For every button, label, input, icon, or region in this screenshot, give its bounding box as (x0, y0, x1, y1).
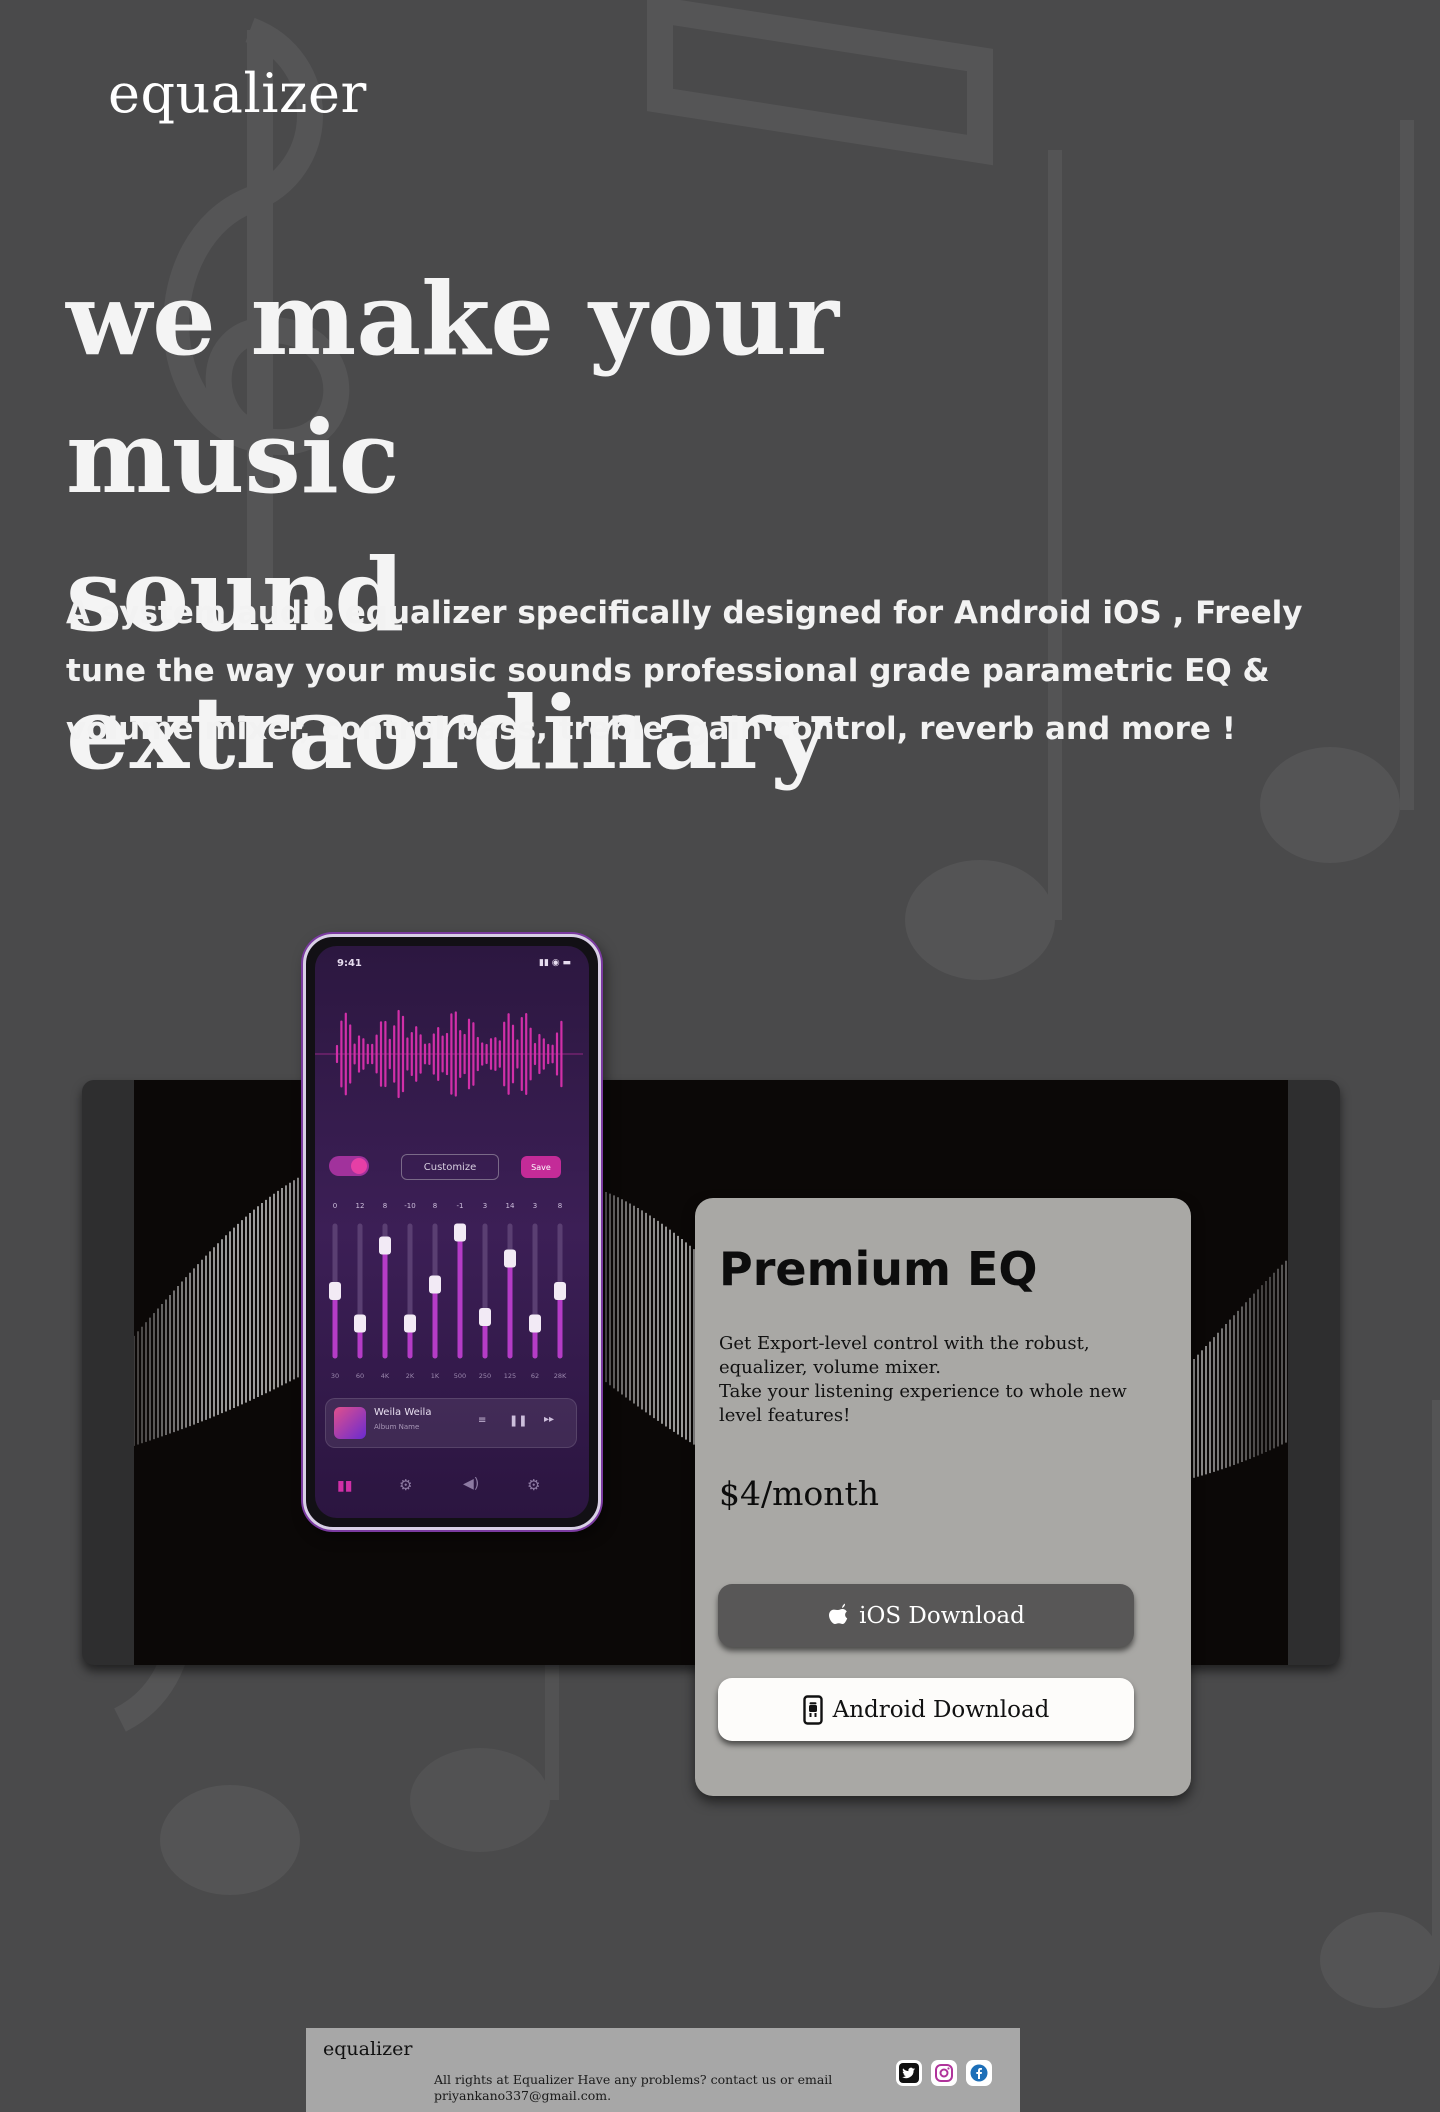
band-frequency-label: 60 (356, 1372, 364, 1380)
card-description: Get Export-level control with the robust… (719, 1332, 1149, 1428)
band-gain-label: 8 (433, 1202, 437, 1210)
slider-knob (529, 1314, 541, 1333)
phone-screen: 9:41 ▮▮ ◉ ▬ Customize Save 0 30 12 60 8 4K -10… (315, 946, 589, 1518)
footer-logo[interactable]: equalizer (323, 2038, 412, 2060)
slider-knob (354, 1314, 366, 1333)
band-frequency-label: 1K (431, 1372, 440, 1380)
save-button[interactable]: Save (521, 1156, 561, 1178)
band-frequency-label: 28K (554, 1372, 567, 1380)
band-frequency-label: 500 (454, 1372, 466, 1380)
android-download-button[interactable]: Android Download (718, 1678, 1134, 1741)
band-gain-label: -1 (457, 1202, 464, 1210)
hero-description: A system audio equalizer specifically de… (66, 595, 1303, 747)
eq-toggle[interactable] (329, 1156, 369, 1176)
footer-text: All rights at Equalizer Have any problem… (434, 2072, 833, 2103)
phone-mockup: 9:41 ▮▮ ◉ ▬ Customize Save 0 30 12 60 8 4K -10… (303, 934, 601, 1530)
band-gain-label: 8 (558, 1202, 562, 1210)
band-frequency-label: 125 (504, 1372, 516, 1380)
settings-icon[interactable]: ⚙ (527, 1476, 540, 1494)
social-links (896, 2060, 992, 2086)
band-frequency-label: 62 (531, 1372, 539, 1380)
android-phone-icon (802, 1694, 823, 1725)
apple-icon (827, 1603, 849, 1629)
ios-download-button[interactable]: iOS Download (718, 1584, 1134, 1647)
customize-button[interactable]: Customize (401, 1154, 499, 1180)
site-logo[interactable]: equalizer (108, 62, 367, 125)
phone-status-icons: ▮▮ ◉ ▬ (539, 958, 571, 968)
facebook-icon[interactable] (966, 2060, 992, 2086)
slider-knob (404, 1314, 416, 1333)
android-download-label: Android Download (832, 1696, 1050, 1723)
speaker-icon[interactable]: ◀) (463, 1476, 479, 1492)
customize-label: Customize (423, 1161, 477, 1173)
slider-knob (479, 1308, 491, 1326)
footer: equalizer All rights at Equalizer Have a… (306, 2028, 1020, 2112)
album-art (334, 1407, 366, 1439)
ios-download-label: iOS Download (859, 1602, 1025, 1629)
slider-knob (554, 1282, 566, 1300)
equalizer-bars-icon[interactable]: ▮▮ (337, 1478, 352, 1494)
band-gain-label: 3 (483, 1202, 487, 1210)
slider-knob (379, 1236, 391, 1255)
band-gain-label: 8 (383, 1202, 387, 1210)
slider-knob (329, 1282, 341, 1300)
hero-title-line1: we make your music (66, 260, 840, 516)
card-description-line2: Take your listening experience to whole … (719, 1381, 1127, 1426)
save-label: Save (531, 1162, 551, 1172)
band-gain-label: 0 (333, 1202, 337, 1210)
band-gain-label: 3 (533, 1202, 537, 1210)
audio-waveform (315, 1009, 583, 1099)
track-title: Weila Weila (374, 1407, 432, 1418)
eq-sliders: 0 30 12 60 8 4K -10 2K 8 1K -1 500 3 250 14 125 3 62 8 28K (329, 1202, 567, 1380)
band-frequency-label: 30 (331, 1372, 339, 1380)
eq-icon[interactable]: ≡ (478, 1415, 486, 1426)
toggle-knob (351, 1158, 367, 1174)
card-title: Premium EQ (719, 1242, 1038, 1296)
card-price: $4/month (719, 1474, 880, 1513)
twitter-icon[interactable] (896, 2060, 922, 2086)
skip-icon[interactable]: ▸▸ (544, 1414, 554, 1425)
gear-icon[interactable]: ⚙ (399, 1476, 412, 1494)
card-description-line1: Get Export-level control with the robust… (719, 1333, 1090, 1378)
pause-icon[interactable]: ❚❚ (509, 1414, 527, 1427)
band-gain-label: -10 (404, 1202, 415, 1210)
slider-knob (454, 1223, 466, 1242)
track-artist: Album Name (374, 1423, 420, 1431)
band-frequency-label: 250 (479, 1372, 491, 1380)
band-frequency-label: 2K (406, 1372, 415, 1380)
band-gain-label: 14 (506, 1202, 515, 1210)
band-gain-label: 12 (356, 1202, 365, 1210)
slider-knob (429, 1275, 441, 1294)
phone-time: 9:41 (337, 958, 362, 969)
band-frequency-label: 4K (381, 1372, 390, 1380)
instagram-icon[interactable] (931, 2060, 957, 2086)
premium-card: Premium EQ Get Export-level control with… (695, 1198, 1191, 1796)
slider-knob (504, 1249, 516, 1268)
now-playing-bar[interactable]: Weila Weila Album Name ≡ ❚❚ ▸▸ (325, 1398, 577, 1448)
